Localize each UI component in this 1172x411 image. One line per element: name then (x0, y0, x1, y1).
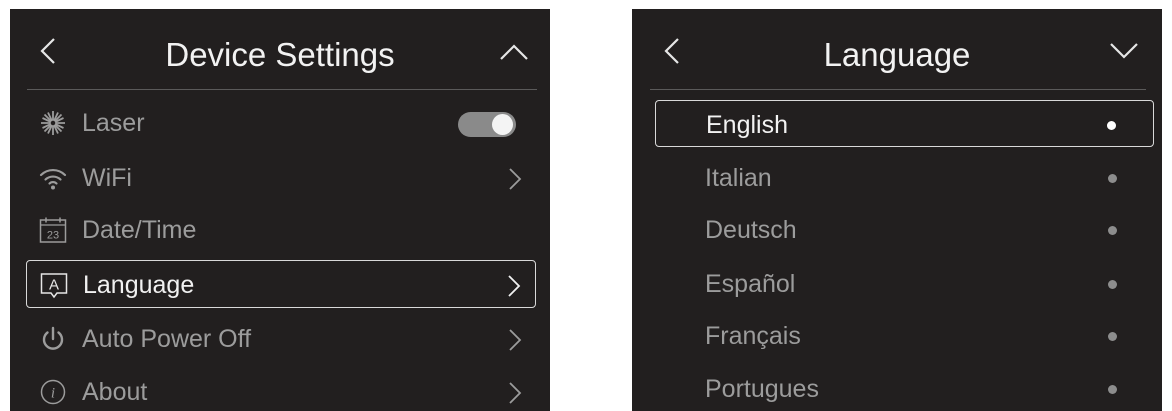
settings-item-label: WiFi (82, 164, 132, 192)
chevron-right-icon (509, 329, 522, 351)
language-option-francais[interactable]: Français (655, 312, 1154, 359)
language-option-label: Italian (705, 164, 772, 192)
language-option-portugues[interactable]: Portugues (655, 365, 1154, 411)
settings-item-label: Date/Time (82, 216, 197, 244)
settings-item-laser[interactable]: Laser (26, 99, 536, 147)
device-settings-panel: Device Settings Laser WiFi 23 Date/Time … (10, 9, 550, 411)
language-option-label: Deutsch (705, 216, 797, 244)
settings-item-label: About (82, 378, 148, 406)
wifi-icon (39, 168, 67, 190)
language-option-label: Portugues (705, 375, 819, 403)
language-option-label: Español (705, 270, 796, 298)
radio-dot-icon (1108, 280, 1117, 289)
settings-item-date-time[interactable]: 23 Date/Time (26, 206, 536, 254)
radio-dot-icon (1108, 385, 1117, 394)
settings-item-wifi[interactable]: WiFi (26, 154, 536, 202)
language-option-espanol[interactable]: Español (655, 260, 1154, 307)
chevron-down-icon[interactable] (1106, 33, 1142, 69)
page-title: Language (823, 36, 971, 73)
settings-item-label: Language (83, 271, 195, 299)
settings-item-label: Laser (82, 109, 145, 137)
language-option-label: Français (705, 322, 801, 350)
language-option-italian[interactable]: Italian (655, 154, 1154, 201)
info-icon: i (40, 379, 66, 405)
radio-dot-icon (1108, 226, 1117, 235)
info-icon-letter: i (51, 386, 55, 402)
settings-item-label: Auto Power Off (82, 325, 252, 353)
toggle-knob (492, 114, 513, 135)
settings-item-about[interactable]: i About (26, 368, 536, 411)
language-option-deutsch[interactable]: Deutsch (655, 206, 1154, 253)
radio-dot-icon (1108, 332, 1117, 341)
calendar-icon: 23 (39, 217, 67, 243)
language-icon: A (40, 273, 68, 299)
chevron-right-icon (508, 275, 521, 297)
language-panel: Language English Italian Deutsch Español… (632, 9, 1162, 411)
language-option-english[interactable]: English (655, 100, 1154, 147)
chevron-up-icon[interactable] (496, 33, 532, 69)
settings-item-language[interactable]: A Language (26, 260, 536, 308)
chevron-right-icon (509, 382, 522, 404)
selected-dot-icon (1107, 121, 1116, 130)
header-divider (650, 89, 1146, 90)
language-icon-letter: A (49, 277, 59, 294)
calendar-icon-day: 23 (47, 230, 59, 242)
chevron-right-icon (509, 168, 522, 190)
page-title: Device Settings (165, 36, 395, 73)
radio-dot-icon (1108, 174, 1117, 183)
settings-item-auto-power-off[interactable]: Auto Power Off (26, 315, 536, 363)
header-divider (27, 89, 537, 90)
laser-icon (41, 111, 65, 135)
language-option-label: English (706, 111, 788, 139)
language-header: Language (632, 9, 1162, 89)
laser-toggle[interactable] (458, 112, 516, 137)
device-settings-header: Device Settings (10, 9, 550, 89)
power-icon (42, 326, 64, 350)
